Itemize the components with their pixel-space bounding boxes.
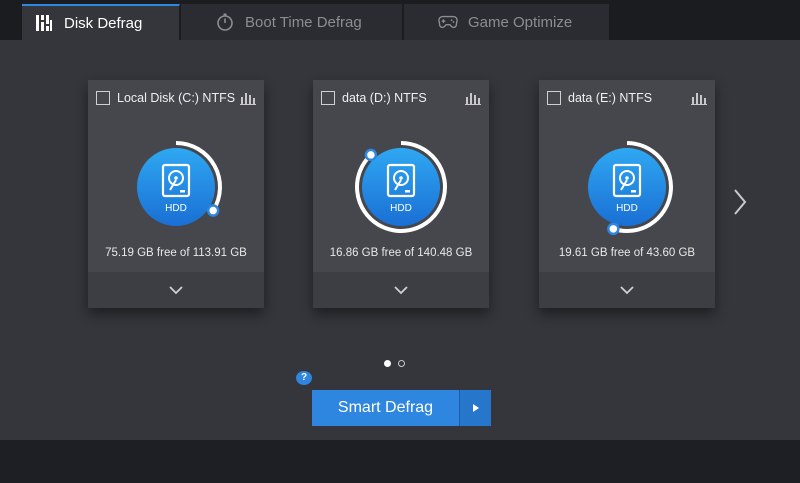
disk-card-header: data (E:) NTFS [547, 88, 707, 108]
disk-card-expand[interactable] [313, 272, 489, 308]
tab-label: Game Optimize [468, 13, 573, 31]
disk-disc [137, 148, 215, 226]
disk-card-header: data (D:) NTFS [321, 88, 481, 108]
page-dot[interactable] [398, 360, 405, 367]
disk-type-label: HDD [390, 203, 412, 214]
chevron-right-icon [734, 189, 747, 215]
play-arrow-icon [472, 404, 479, 412]
page-dot-active[interactable] [384, 360, 391, 367]
disk-select-checkbox[interactable] [96, 91, 110, 105]
disk-card-expand[interactable] [88, 272, 264, 308]
bottom-bar [0, 440, 800, 483]
disk-defrag-icon [34, 13, 54, 33]
usage-knob [206, 204, 220, 217]
main-panel: Local Disk (C:) NTFS HDD 75.19 GB free o… [0, 40, 800, 440]
disk-usage-ring: HDD [352, 138, 450, 236]
disk-type-label: HDD [165, 203, 187, 214]
usage-knob [607, 222, 620, 236]
bar-chart-icon[interactable] [465, 91, 481, 105]
tab-label: Disk Defrag [64, 14, 143, 32]
disk-usage-ring: HDD [127, 138, 225, 236]
disk-card-header: Local Disk (C:) NTFS [96, 88, 256, 108]
next-page-arrow[interactable] [728, 182, 752, 222]
smart-defrag-dropdown-button[interactable] [459, 390, 491, 426]
disk-free-space: 19.61 GB free of 43.60 GB [558, 247, 696, 259]
disk-title: data (E:) NTFS [568, 91, 653, 105]
help-badge[interactable]: ? [296, 371, 312, 385]
disk-disc [588, 148, 666, 226]
chevron-down-icon [169, 286, 183, 295]
disk-select-checkbox[interactable] [547, 91, 561, 105]
disk-free-space: 75.19 GB free of 113.91 GB [105, 247, 247, 259]
disk-title: Local Disk (C:) NTFS [117, 91, 236, 105]
smart-defrag-button[interactable]: Smart Defrag [312, 390, 459, 426]
tab-label: Boot Time Defrag [245, 13, 362, 31]
disk-type-label: HDD [616, 203, 638, 214]
disk-card-e[interactable]: data (E:) NTFS HDD 19.61 GB free of 43.6… [539, 80, 715, 308]
tab-game-optimize[interactable]: Game Optimize [404, 4, 610, 40]
tab-bar-filler [611, 4, 800, 40]
disk-usage-ring: HDD [578, 138, 676, 236]
usage-knob [364, 148, 378, 162]
chevron-down-icon [394, 286, 408, 295]
disk-free-space: 16.86 GB free of 140.48 GB [329, 247, 473, 259]
disk-card-d[interactable]: data (D:) NTFS HDD 16.86 GB free of 140.… [313, 80, 489, 308]
stopwatch-icon [215, 12, 235, 32]
disk-title: data (D:) NTFS [342, 91, 427, 105]
disk-card-c[interactable]: Local Disk (C:) NTFS HDD 75.19 GB free o… [88, 80, 264, 308]
tab-bar: Disk Defrag Boot Time Defrag Game Optimi… [0, 0, 800, 40]
disk-select-checkbox[interactable] [321, 91, 335, 105]
tab-boot-time-defrag[interactable]: Boot Time Defrag [181, 4, 403, 40]
disk-card-expand[interactable] [539, 272, 715, 308]
bar-chart-icon[interactable] [691, 91, 707, 105]
page-indicator [384, 360, 405, 367]
gamepad-icon [438, 12, 458, 32]
chevron-down-icon [620, 286, 634, 295]
smart-defrag-split-button: Smart Defrag [312, 390, 491, 426]
tab-disk-defrag[interactable]: Disk Defrag [22, 4, 180, 40]
bar-chart-icon[interactable] [240, 91, 256, 105]
